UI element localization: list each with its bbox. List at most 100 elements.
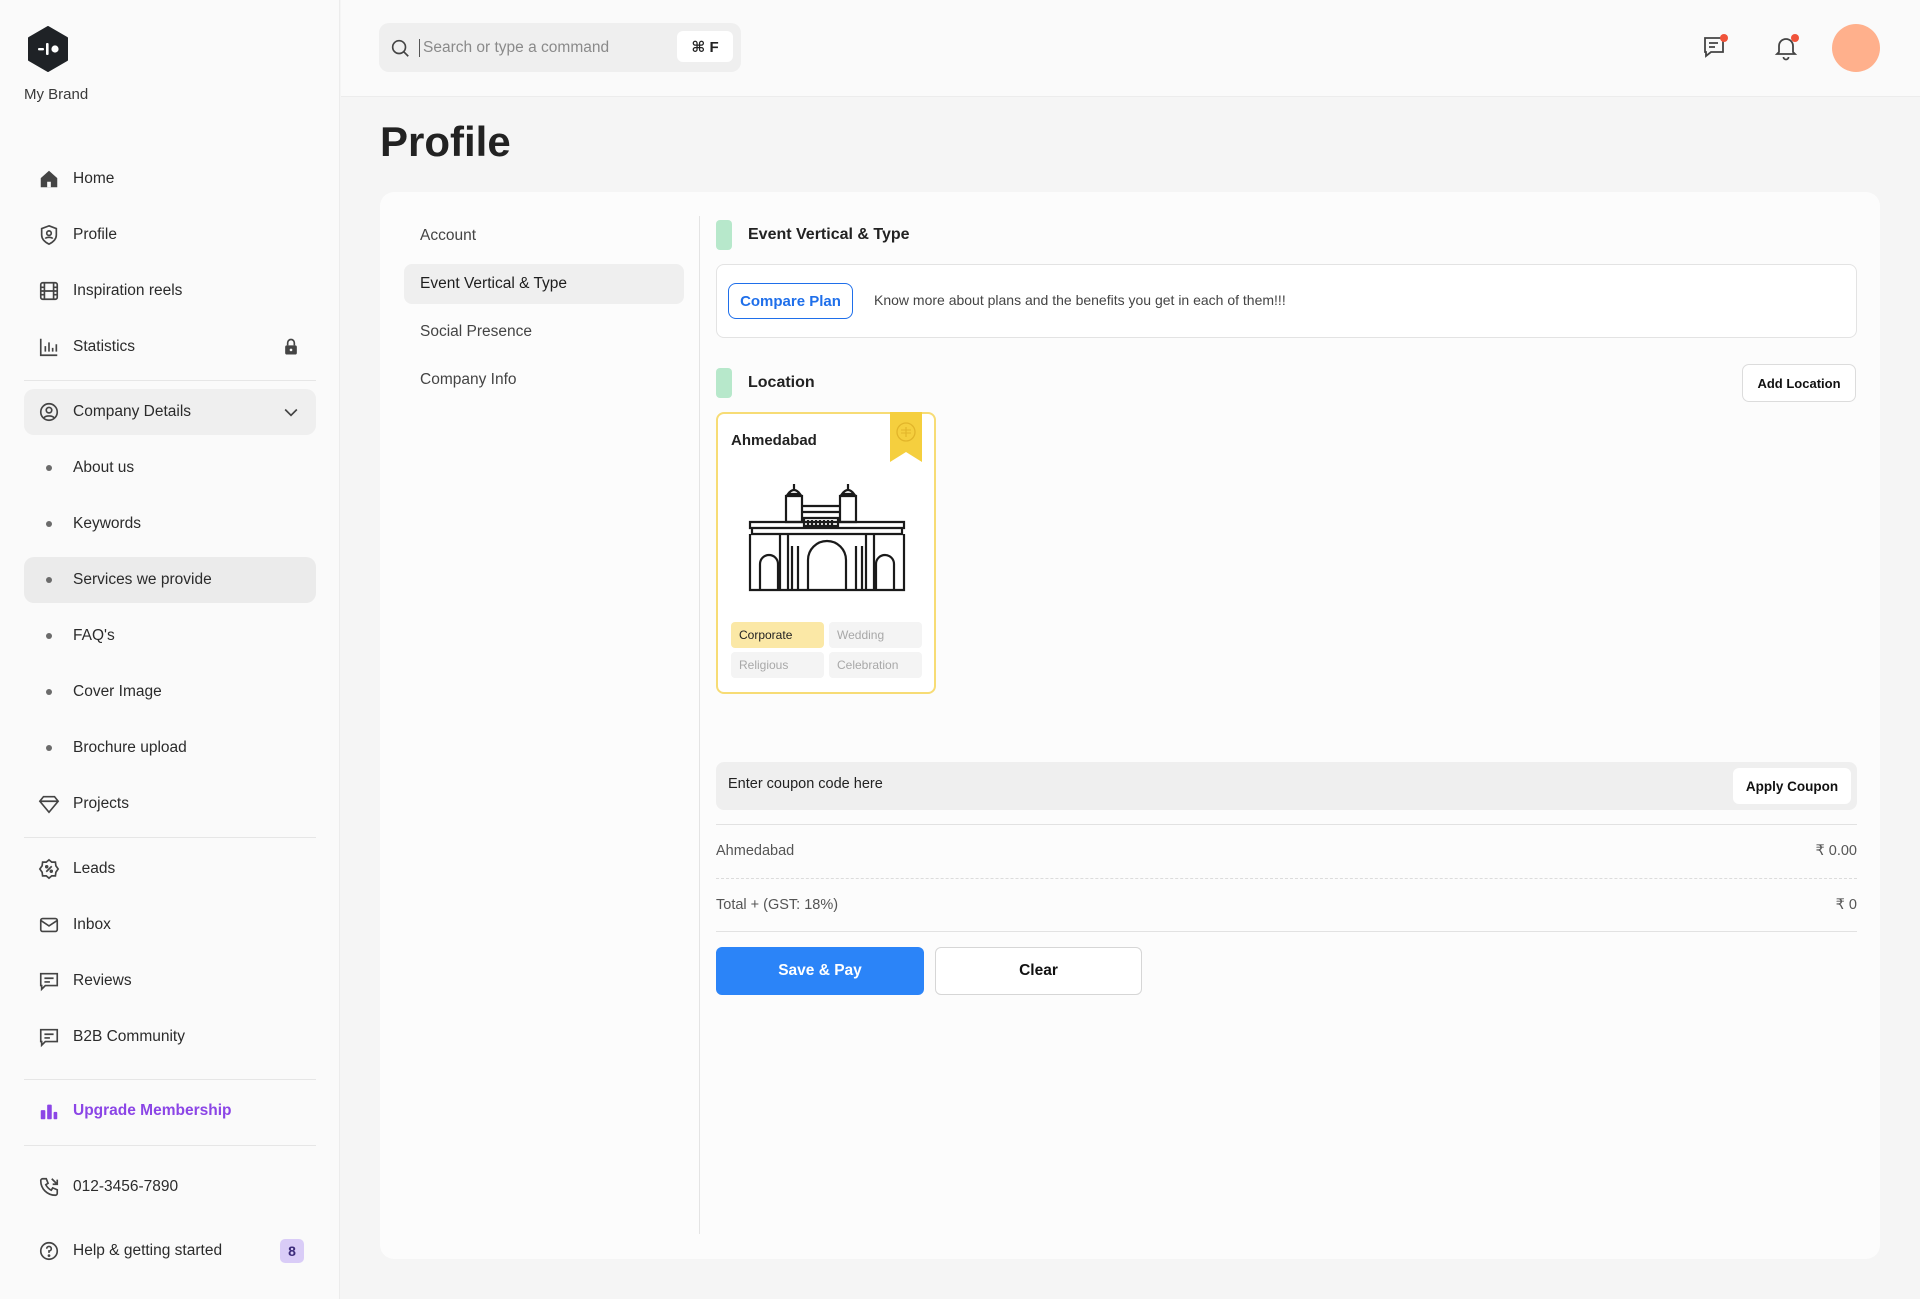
bullet-icon <box>46 689 52 695</box>
bullet-icon <box>46 577 52 583</box>
sidebar-item-b2b-community[interactable]: B2B Community <box>24 1014 316 1060</box>
sidebar-item-phone[interactable]: 012-3456-7890 <box>24 1164 316 1210</box>
sidebar-item-label: Brochure upload <box>73 739 187 756</box>
section-title: Location <box>748 374 815 391</box>
lock-icon <box>280 336 302 358</box>
subnav-social-presence[interactable]: Social Presence <box>404 312 684 352</box>
chat-notification-icon[interactable] <box>1701 33 1729 61</box>
ribbon-badge-icon <box>890 412 922 462</box>
summary-total-label: Total + (GST: 18%) <box>716 897 839 913</box>
sidebar-item-label: Company Details <box>73 403 192 420</box>
sidebar-item-label: Statistics <box>73 338 136 355</box>
subnav-event-vertical[interactable]: Event Vertical & Type <box>404 264 684 304</box>
sidebar-item-label: Reviews <box>73 972 132 989</box>
sidebar-item-label: Leads <box>73 860 116 877</box>
location-section-header: Location <box>716 368 815 398</box>
event-type-tag[interactable]: Corporate <box>731 622 824 648</box>
search-input[interactable] <box>419 38 659 57</box>
sidebar-subitem-about-us[interactable]: About us <box>24 445 316 491</box>
bullet-icon <box>46 521 52 527</box>
percent-badge-icon <box>38 858 60 880</box>
search-bar[interactable]: ⌘ F <box>379 23 741 72</box>
sidebar-item-label: Keywords <box>73 515 142 532</box>
message-square-icon <box>38 1026 60 1048</box>
add-location-button[interactable]: Add Location <box>1742 364 1856 402</box>
search-shortcut-badge: ⌘ F <box>677 31 733 62</box>
clear-button[interactable]: Clear <box>935 947 1142 995</box>
sidebar-item-label: Services we provide <box>73 571 212 588</box>
brand-logo-icon[interactable] <box>27 26 69 72</box>
sidebar-divider <box>24 837 316 838</box>
diamond-icon <box>38 793 60 815</box>
vertical-divider <box>699 216 700 1234</box>
sidebar-subitem-keywords[interactable]: Keywords <box>24 501 316 547</box>
sidebar-item-inspiration-reels[interactable]: Inspiration reels <box>24 268 316 314</box>
sidebar-item-label: Cover Image <box>73 683 162 700</box>
event-type-tag[interactable]: Celebration <box>829 652 922 678</box>
sidebar-item-company-details[interactable]: Company Details <box>24 389 316 435</box>
sidebar-item-upgrade-membership[interactable]: Upgrade Membership <box>24 1088 316 1134</box>
sidebar-item-label: Help & getting started <box>73 1242 223 1259</box>
profile-shield-icon <box>38 224 60 246</box>
summary-row-value: ₹ 0.00 <box>1815 843 1857 859</box>
chevron-down-icon[interactable] <box>280 401 302 423</box>
gateway-monument-icon <box>748 480 906 592</box>
sidebar-subitem-faqs[interactable]: FAQ's <box>24 613 316 659</box>
sidebar-item-label: FAQ's <box>73 627 115 644</box>
sidebar-item-label: Home <box>73 170 115 187</box>
compare-plan-button[interactable]: Compare Plan <box>728 283 853 319</box>
user-circle-icon <box>38 401 60 423</box>
search-icon <box>389 37 411 59</box>
sidebar-divider <box>24 1145 316 1146</box>
location-city: Ahmedabad <box>731 432 817 449</box>
sidebar-item-projects[interactable]: Projects <box>24 781 316 827</box>
section-marker <box>716 220 732 250</box>
sidebar-item-leads[interactable]: Leads <box>24 846 316 892</box>
brand-name: My Brand <box>24 86 89 103</box>
sidebar-item-label: Upgrade Membership <box>73 1102 232 1119</box>
subnav-company-info[interactable]: Company Info <box>404 360 684 400</box>
sidebar-divider <box>24 1079 316 1080</box>
event-type-tag[interactable]: Wedding <box>829 622 922 648</box>
bullet-icon <box>46 465 52 471</box>
section-title: Event Vertical & Type <box>748 226 910 243</box>
sidebar-item-help[interactable]: Help & getting started 8 <box>24 1228 316 1274</box>
sidebar-subitem-brochure-upload[interactable]: Brochure upload <box>24 725 316 771</box>
sidebar-item-label: Inbox <box>73 916 111 933</box>
sidebar-item-label: Inspiration reels <box>73 282 183 299</box>
sidebar-item-label: 012-3456-7890 <box>73 1178 179 1195</box>
avatar[interactable] <box>1832 24 1880 72</box>
sidebar-item-statistics[interactable]: Statistics <box>24 324 316 370</box>
film-icon <box>38 280 60 302</box>
summary-dashed-divider <box>716 878 1857 879</box>
sidebar-divider <box>24 380 316 381</box>
sidebar-item-label: About us <box>73 459 135 476</box>
apply-coupon-button[interactable]: Apply Coupon <box>1733 768 1851 804</box>
sidebar-item-reviews[interactable]: Reviews <box>24 958 316 1004</box>
bar-chart-icon <box>38 336 60 358</box>
sidebar-subitem-cover-image[interactable]: Cover Image <box>24 669 316 715</box>
coupon-bar: Apply Coupon <box>716 762 1857 810</box>
message-square-icon <box>38 970 60 992</box>
help-circle-icon <box>38 1240 60 1262</box>
sidebar-item-profile[interactable]: Profile <box>24 212 316 258</box>
topbar: ⌘ F <box>341 0 1920 97</box>
home-icon <box>38 168 60 190</box>
event-type-tag[interactable]: Religious <box>731 652 824 678</box>
sidebar-item-home[interactable]: Home <box>24 156 316 202</box>
subnav-account[interactable]: Account <box>404 216 684 256</box>
summary-divider <box>716 824 1857 825</box>
save-and-pay-button[interactable]: Save & Pay <box>716 947 924 995</box>
summary-divider <box>716 931 1857 932</box>
coupon-input[interactable] <box>728 776 1628 792</box>
bullet-icon <box>46 633 52 639</box>
sidebar: My Brand Home Profile Inspiration reels … <box>0 0 340 1299</box>
notification-dot <box>1720 34 1728 42</box>
location-card[interactable]: Ahmedabad Corporate Wedding Religious Ce… <box>716 412 936 694</box>
sidebar-subitem-services[interactable]: Services we provide <box>24 557 316 603</box>
phone-icon <box>38 1176 60 1198</box>
bell-icon[interactable] <box>1772 33 1800 61</box>
sidebar-item-inbox[interactable]: Inbox <box>24 902 316 948</box>
section-marker <box>716 368 732 398</box>
mail-icon <box>38 914 60 936</box>
